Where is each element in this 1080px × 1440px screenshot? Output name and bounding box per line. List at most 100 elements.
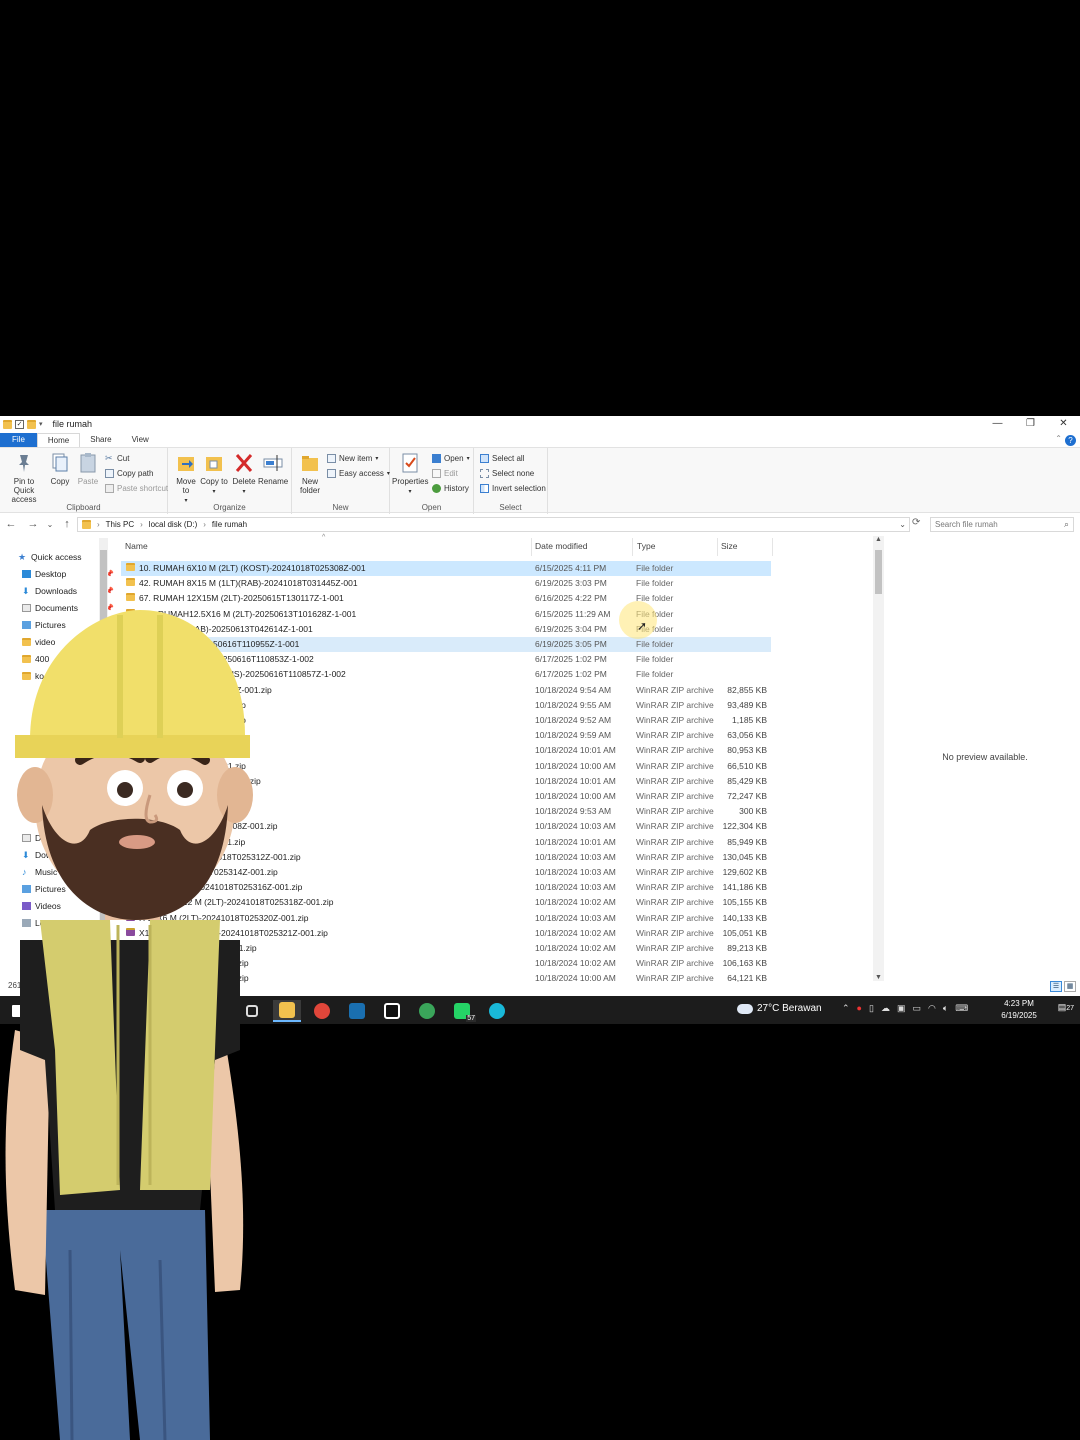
rename-button[interactable]: Rename	[258, 452, 288, 486]
tab-view[interactable]: View	[122, 433, 159, 447]
organize-group: Move to ▾ Copy to ▾ Delete ▾ Rename Orga…	[168, 448, 292, 514]
properties-icon[interactable]: ✓	[15, 419, 24, 429]
chevron-down-icon[interactable]: ▾	[39, 420, 43, 428]
history-button[interactable]: History	[432, 484, 469, 493]
new-folder-button[interactable]: New folder	[296, 452, 324, 495]
folder-row[interactable]: 10. RUMAH 6X10 M (2LT) (KOST)-20241018T0…	[121, 561, 771, 576]
file-date: 10/18/2024 10:03 AM	[535, 821, 616, 832]
column-divider[interactable]	[717, 538, 718, 556]
file-type: WinRAR ZIP archive	[636, 973, 714, 984]
move-to-button[interactable]: Move to ▾	[172, 452, 200, 506]
rename-icon	[263, 452, 283, 474]
title-bar: ✓ ▾ file rumah — ❐ ✕	[0, 416, 1080, 432]
canva-icon	[489, 1003, 505, 1019]
cast-icon[interactable]: ▣	[897, 1003, 906, 1014]
tab-file[interactable]: File	[0, 433, 37, 447]
crumb-file-rumah[interactable]: file rumah	[212, 520, 247, 529]
chevron-up-icon[interactable]: ⌃	[842, 1003, 850, 1014]
select-all-button[interactable]: Select all	[480, 454, 524, 463]
chrome-profile-taskbar-button[interactable]	[413, 1000, 441, 1022]
tab-share[interactable]: Share	[80, 433, 121, 447]
sketchup-taskbar-button[interactable]	[343, 1000, 371, 1022]
notification-center-icon[interactable]: ▤27	[1058, 1002, 1074, 1013]
volume-icon[interactable]: 🔈︎	[943, 1003, 948, 1014]
file-explorer-taskbar-button[interactable]	[273, 1000, 301, 1022]
crumb-local-disk[interactable]: local disk (D:)	[149, 520, 197, 529]
address-dropdown-icon[interactable]: ⌄	[899, 520, 906, 529]
file-size: 64,121 KB	[727, 973, 767, 984]
folder-row[interactable]: 42. RUMAH 8X15 M (1LT)(RAB)-20241018T031…	[121, 576, 771, 591]
clock[interactable]: 4:23 PM 6/19/2025	[992, 998, 1046, 1022]
help-icon[interactable]: ?	[1065, 435, 1076, 446]
column-date-modified[interactable]: Date modified	[535, 541, 587, 555]
pin-quick-access-button[interactable]: Pin to Quick access	[3, 452, 45, 504]
keyboard-icon[interactable]: ⌨	[955, 1003, 968, 1014]
properties-button[interactable]: Properties ▾	[392, 452, 428, 497]
column-name[interactable]: Name	[125, 541, 148, 555]
scroll-down-icon[interactable]: ▼	[873, 974, 884, 981]
column-type[interactable]: Type	[637, 541, 655, 555]
tab-home[interactable]: Home	[36, 433, 81, 447]
folder-row[interactable]: 67. RUMAH 12X15M (2LT)-20250615T130117Z-…	[121, 591, 771, 606]
invert-selection-button[interactable]: Invert selection	[480, 484, 546, 493]
file-size: 105,155 KB	[722, 897, 767, 908]
paste-icon	[78, 452, 98, 474]
file-type: WinRAR ZIP archive	[636, 897, 714, 908]
delete-button[interactable]: Delete ▾	[230, 452, 258, 497]
capcut-taskbar-button[interactable]	[378, 1000, 406, 1022]
battery-icon[interactable]: ▭	[912, 1003, 921, 1014]
details-view-icon[interactable]: ☰	[1050, 981, 1062, 992]
weather-widget[interactable]: 27°C Berawan	[737, 1003, 822, 1014]
breadcrumb[interactable]: › This PC › local disk (D:) › file rumah…	[77, 517, 910, 532]
folder-icon	[126, 593, 135, 602]
file-type: WinRAR ZIP archive	[636, 882, 714, 893]
new-folder-icon[interactable]	[27, 419, 36, 429]
minimize-button[interactable]: —	[981, 416, 1014, 432]
large-icons-view-icon[interactable]: ▦	[1064, 981, 1076, 992]
new-item-button[interactable]: New item ▾	[327, 454, 378, 463]
refresh-icon[interactable]: ⟳	[912, 517, 920, 528]
record-icon[interactable]: ●	[857, 1003, 862, 1014]
copy-icon	[50, 452, 70, 474]
back-arrow-icon[interactable]: ←	[0, 518, 22, 530]
wifi-icon[interactable]: ◠	[928, 1003, 936, 1014]
folder-icon	[126, 563, 135, 571]
column-size[interactable]: Size	[721, 541, 738, 555]
new-folder-icon	[300, 452, 320, 474]
onedrive-icon[interactable]: ☁	[881, 1003, 890, 1014]
minimize-ribbon-icon[interactable]: ⌃	[1055, 434, 1062, 443]
search-input[interactable]: Search file rumah ⌕	[930, 517, 1074, 532]
file-list-scroll-thumb[interactable]	[875, 550, 882, 594]
select-all-icon	[480, 454, 489, 463]
column-divider[interactable]	[772, 538, 773, 556]
easy-access-button[interactable]: Easy access ▾	[327, 469, 390, 478]
scroll-up-icon[interactable]: ▲	[873, 536, 884, 543]
edit-button[interactable]: Edit	[432, 469, 458, 478]
cut-button[interactable]: ✂ Cut	[105, 454, 129, 464]
whatsapp-taskbar-button[interactable]: 57	[448, 1000, 476, 1022]
copy-to-button[interactable]: Copy to ▾	[200, 452, 228, 497]
file-type: WinRAR ZIP archive	[636, 775, 714, 786]
paste-shortcut-icon	[105, 484, 114, 493]
restore-button[interactable]: ❐	[1014, 416, 1047, 432]
search-icon: ⌕	[1063, 519, 1069, 529]
recent-chevron-icon[interactable]: ⌄	[44, 520, 56, 529]
close-button[interactable]: ✕	[1047, 416, 1080, 432]
copy-button[interactable]: Copy	[46, 452, 74, 486]
copy-path-button[interactable]: Copy path	[105, 469, 153, 478]
open-button[interactable]: Open ▾	[432, 454, 470, 463]
phone-link-icon[interactable]: ▯	[869, 1003, 874, 1014]
column-divider[interactable]	[632, 538, 633, 556]
crumb-this-pc[interactable]: This PC	[106, 520, 134, 529]
file-explorer-icon	[279, 1002, 295, 1018]
file-list-scrollbar[interactable]: ▲ ▼	[873, 536, 884, 981]
select-none-button[interactable]: Select none	[480, 469, 534, 478]
forward-arrow-icon[interactable]: →	[22, 518, 44, 530]
up-arrow-icon[interactable]: ↑	[56, 518, 78, 530]
paste-shortcut-button[interactable]: Paste shortcut	[105, 484, 168, 493]
chrome-taskbar-button[interactable]	[308, 1000, 336, 1022]
canva-taskbar-button[interactable]	[483, 1000, 511, 1022]
file-type: File folder	[636, 578, 674, 589]
column-divider[interactable]	[531, 538, 532, 556]
paste-button[interactable]: Paste	[74, 452, 102, 486]
